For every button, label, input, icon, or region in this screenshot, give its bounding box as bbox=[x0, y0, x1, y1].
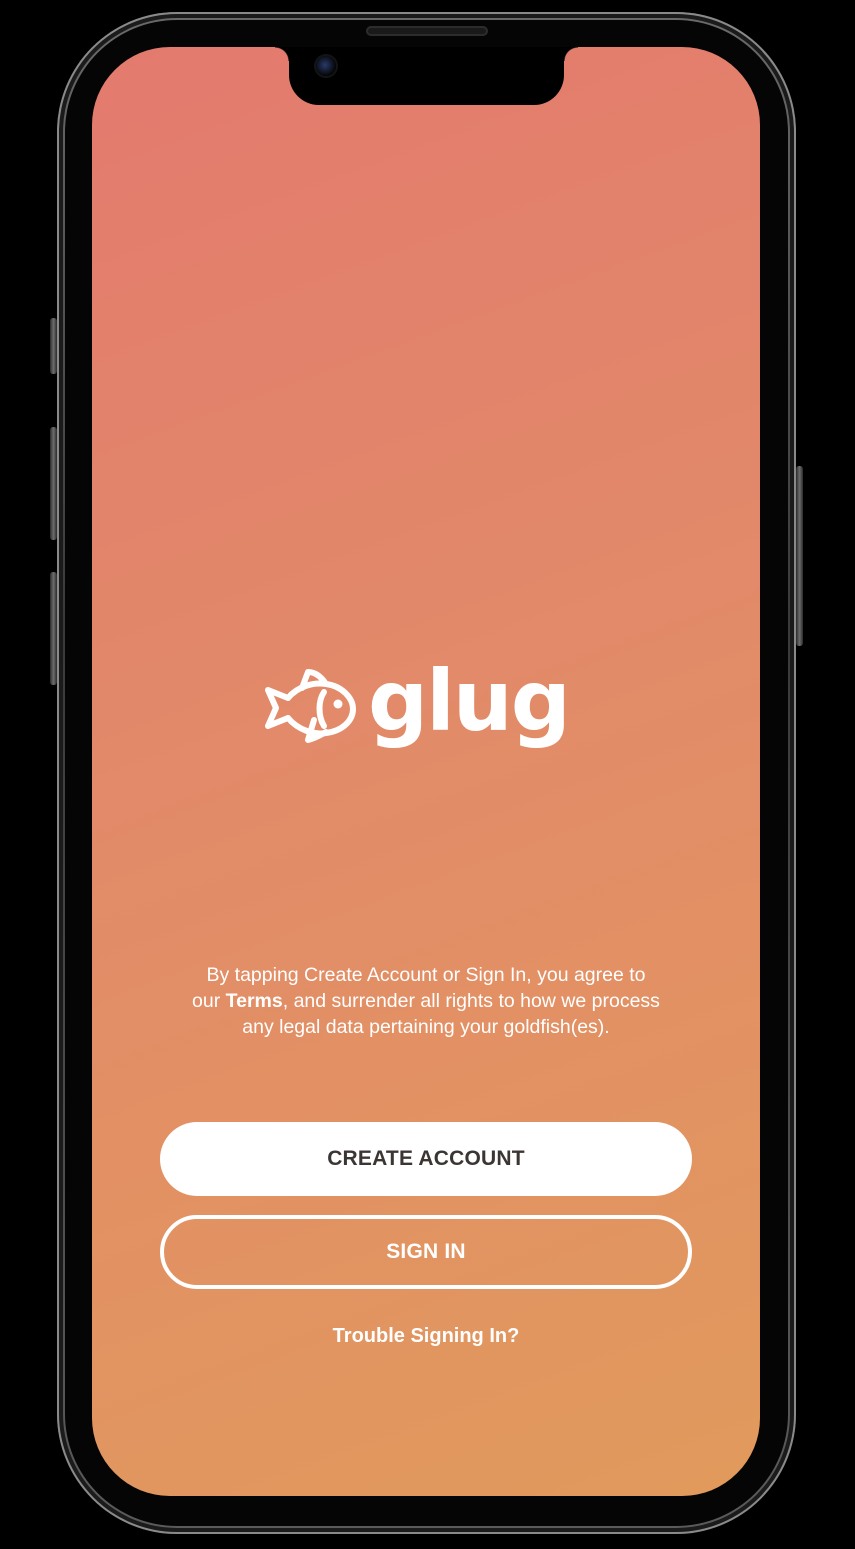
sign-in-label: SIGN IN bbox=[386, 1240, 466, 1263]
legal-notice: By tapping Create Account or Sign In, yo… bbox=[192, 962, 660, 1040]
sign-in-button[interactable]: SIGN IN bbox=[160, 1215, 692, 1289]
notch bbox=[275, 47, 578, 105]
volume-up-button bbox=[50, 427, 57, 540]
app-screen: glug By tapping Create Account or Sign I… bbox=[92, 47, 760, 1496]
trouble-signing-in-link[interactable]: Trouble Signing In? bbox=[92, 1325, 760, 1348]
power-button bbox=[796, 466, 803, 646]
legal-suffix: , and surrender all rights to how we pro… bbox=[242, 990, 660, 1038]
mute-switch bbox=[50, 318, 57, 374]
earpiece-speaker bbox=[366, 26, 488, 36]
create-account-label: CREATE ACCOUNT bbox=[327, 1147, 525, 1170]
app-logo: glug bbox=[264, 659, 571, 749]
create-account-button[interactable]: CREATE ACCOUNT bbox=[160, 1122, 692, 1196]
front-camera bbox=[316, 56, 336, 76]
volume-down-button bbox=[50, 572, 57, 685]
goldfish-icon bbox=[265, 669, 356, 743]
app-name: glug bbox=[368, 652, 571, 750]
terms-link[interactable]: Terms bbox=[226, 990, 283, 1012]
device-stage: glug By tapping Create Account or Sign I… bbox=[0, 0, 855, 1549]
